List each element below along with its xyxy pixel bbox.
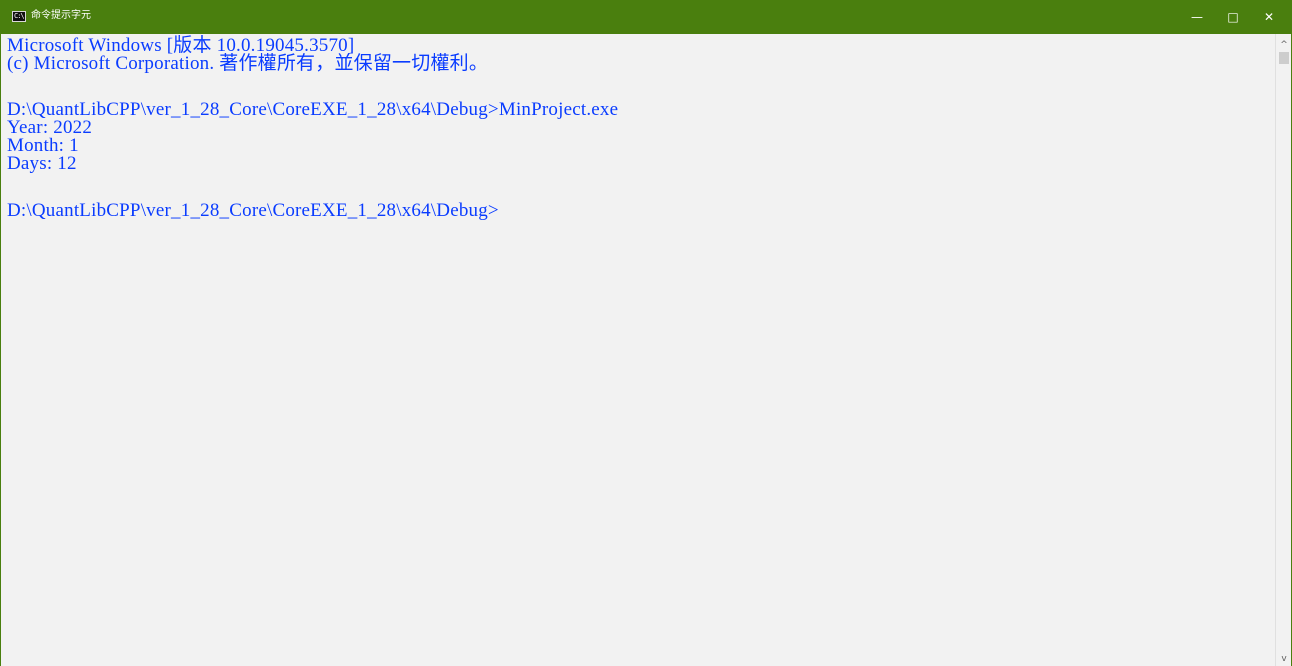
minimize-button[interactable]: — — [1179, 0, 1215, 34]
scroll-down-icon[interactable]: v — [1276, 652, 1291, 666]
window-title: 命令提示字元 — [31, 10, 91, 21]
scroll-thumb[interactable] — [1279, 52, 1289, 64]
vertical-scrollbar[interactable]: ^ v — [1275, 34, 1291, 666]
close-button[interactable]: ✕ — [1251, 0, 1287, 34]
maximize-button[interactable]: □ — [1215, 0, 1251, 34]
cmd-icon[interactable]: C:\ — [12, 11, 26, 22]
console-line: (c) Microsoft Corporation. 著作權所有，並保留一切權利… — [7, 53, 489, 74]
console-output[interactable]: Microsoft Windows [版本 10.0.19045.3570] (… — [1, 34, 1275, 666]
console-prompt[interactable]: D:\QuantLibCPP\ver_1_28_Core\CoreEXE_1_2… — [7, 201, 499, 220]
title-bar[interactable]: C:\ 命令提示字元 — □ ✕ — [1, 0, 1291, 34]
cmd-window: C:\ 命令提示字元 — □ ✕ Microsoft Windows [版本 1… — [0, 0, 1292, 666]
console-line: Days: 12 — [7, 153, 77, 174]
scroll-up-icon[interactable]: ^ — [1276, 38, 1291, 52]
cmd-icon-glyph: C:\ — [14, 12, 25, 20]
console-line: D:\QuantLibCPP\ver_1_28_Core\CoreEXE_1_2… — [7, 99, 619, 120]
